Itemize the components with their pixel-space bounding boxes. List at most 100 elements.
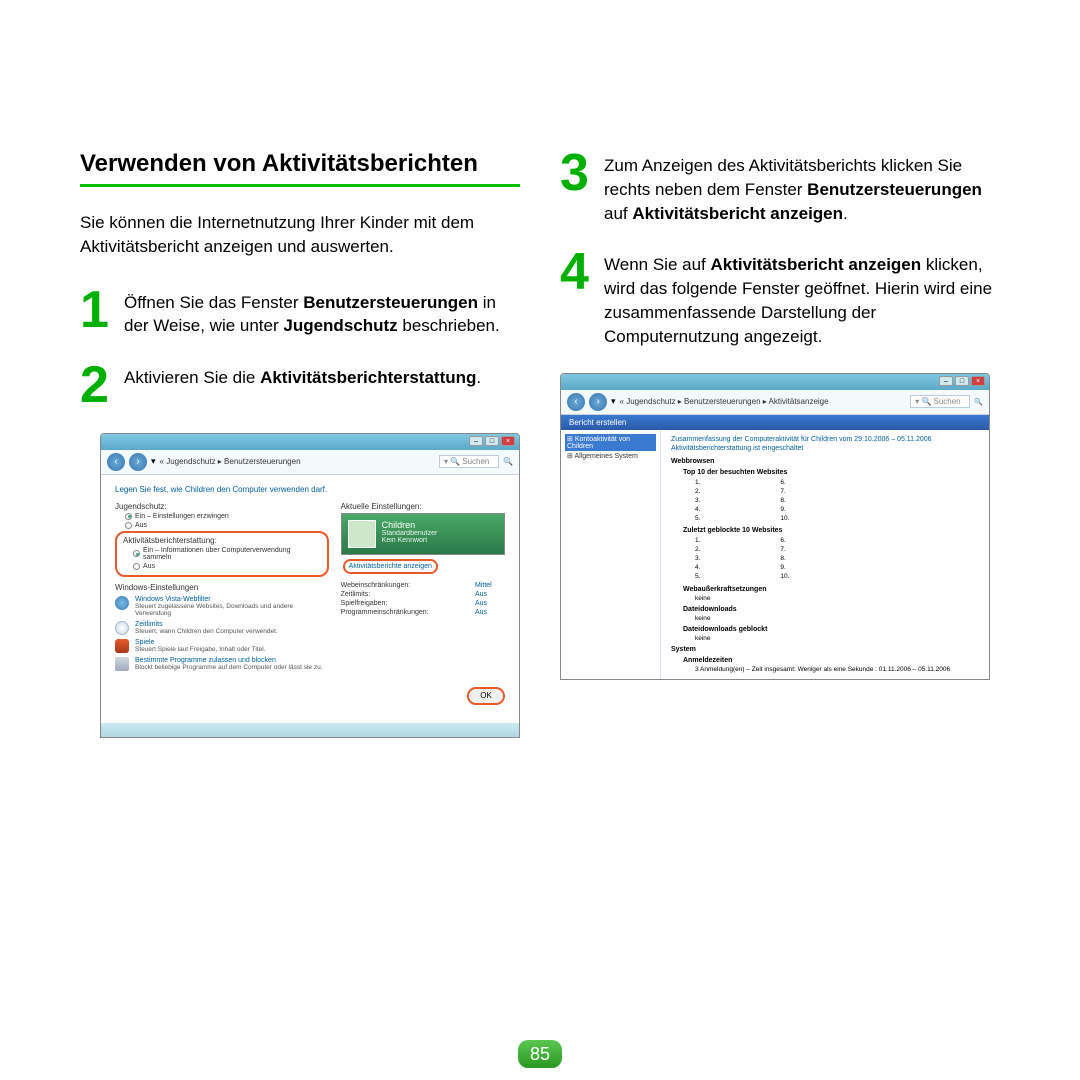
t: Aus — [135, 522, 147, 529]
screenshot-user-controls: – □ × ‹ › ▾ « Jugendschutz ▸ Benutzerste… — [100, 433, 520, 738]
t: Aktivitätsbericht anzeigen — [710, 255, 921, 274]
minimize-button[interactable]: – — [939, 376, 953, 386]
search-input[interactable]: ▾ 🔍 Suchen — [439, 455, 499, 468]
breadcrumb[interactable]: « Jugendschutz ▸ Benutzersteuerungen — [160, 457, 301, 466]
value-none: keine — [695, 615, 979, 622]
t: beschrieben. — [398, 316, 500, 335]
search-input[interactable]: ▾ 🔍 Suchen — [910, 395, 970, 408]
t: Programmeinschränkungen: — [341, 609, 475, 616]
close-button[interactable]: × — [501, 436, 515, 446]
close-button[interactable]: × — [971, 376, 985, 386]
clock-icon — [115, 621, 129, 635]
screenshot-activity-report: – □ × ‹ › ▾ « Jugendschutz ▸ Benutzerste… — [560, 373, 990, 680]
user-box: Children Standardbenutzer Kein Kennwort — [341, 513, 505, 555]
tree-item[interactable]: ⊞ Allgemeines System — [565, 451, 656, 461]
t: Aus — [143, 563, 155, 570]
radio-jugendschutz-on[interactable]: Ein – Einstellungen erzwingen — [125, 513, 329, 520]
t: Ein – Einstellungen erzwingen — [135, 513, 229, 520]
n: 2. — [695, 545, 700, 554]
address-bar: ‹ › ▾ « Jugendschutz ▸ Benutzersteuerung… — [561, 390, 989, 415]
radio-jugendschutz-off[interactable]: Aus — [125, 522, 329, 529]
maximize-button[interactable]: □ — [955, 376, 969, 386]
t: . — [843, 204, 848, 223]
step-text: Zum Anzeigen des Aktivitätsberichts klic… — [604, 150, 1000, 225]
n: 3. — [695, 496, 700, 505]
radio-activity-on[interactable]: Ein – Informationen über Computerverwend… — [133, 547, 321, 561]
back-button[interactable]: ‹ — [107, 453, 125, 471]
link-activity-reports[interactable]: Aktivitätsberichte anzeigen — [343, 559, 438, 574]
programs-icon — [115, 657, 129, 671]
t: Zeitlimits: — [341, 591, 475, 598]
forward-button[interactable]: › — [589, 393, 607, 411]
t: Aktivitätsbericht anzeigen — [632, 204, 843, 223]
t: Aus — [475, 591, 505, 598]
t: . — [476, 368, 481, 387]
n: 4. — [695, 505, 700, 514]
instruction-text: Legen Sie fest, wie Children den Compute… — [115, 485, 505, 494]
section-downloads: Dateidownloads — [683, 606, 979, 613]
option-label: Windows-Einstellungen — [115, 583, 329, 592]
numbered-list: 1.2.3.4.5. 6.7.8.9.10. — [695, 536, 979, 581]
section-system: System — [671, 646, 979, 653]
t: Spielfreigaben: — [341, 600, 475, 607]
t: Aus — [475, 600, 505, 607]
t: auf — [604, 204, 632, 223]
minimize-button[interactable]: – — [469, 436, 483, 446]
timelimits-item[interactable]: ZeitlimitsSteuert, wann Children den Com… — [115, 621, 329, 635]
value-none: keine — [695, 635, 979, 642]
n: 7. — [780, 545, 789, 554]
user-role: Standardbenutzer — [382, 530, 438, 537]
n: 4. — [695, 563, 700, 572]
n: 8. — [780, 554, 789, 563]
t: Blockt beliebige Programme auf dem Compu… — [135, 664, 323, 671]
t: Aktivieren Sie die — [124, 368, 260, 387]
option-label: Jugendschutz: — [115, 502, 329, 511]
back-button[interactable]: ‹ — [567, 393, 585, 411]
t: Allgemeines System — [574, 453, 637, 460]
n: 1. — [695, 478, 700, 487]
t: Windows Vista-Webfilter — [135, 596, 329, 603]
webfilter-item[interactable]: Windows Vista-WebfilterSteuert zugelasse… — [115, 596, 329, 617]
user-password: Kein Kennwort — [382, 537, 438, 544]
section-overrides: Webaußerkraftsetzungen — [683, 586, 979, 593]
games-icon — [115, 639, 129, 653]
t: Aus — [475, 609, 505, 616]
radio-activity-off[interactable]: Aus — [133, 563, 321, 570]
n: 3. — [695, 554, 700, 563]
step-text: Wenn Sie auf Aktivitätsbericht anzeigen … — [604, 249, 1000, 348]
forward-button[interactable]: › — [129, 453, 147, 471]
n: 7. — [780, 487, 789, 496]
report-panel: Zusammenfassung der Computeraktivität fü… — [661, 430, 989, 679]
ok-button[interactable]: OK — [467, 687, 505, 705]
t: Suchen — [462, 457, 489, 466]
tree-panel: ⊞ Kontoaktivität von Children ⊞ Allgemei… — [561, 430, 661, 679]
n: 1. — [695, 536, 700, 545]
cfg-row: Webeinschränkungen:Mittel — [341, 582, 505, 589]
tree-item-selected[interactable]: ⊞ Kontoaktivität von Children — [565, 434, 656, 451]
breadcrumb[interactable]: « Jugendschutz ▸ Benutzersteuerungen ▸ A… — [620, 397, 829, 406]
left-column: Verwenden von Aktivitätsberichten Sie kö… — [80, 150, 520, 738]
option-label: Aktivitätsberichterstattung: — [123, 536, 321, 545]
t: Steuert zugelassene Websites, Downloads … — [135, 603, 329, 617]
user-name: Children — [382, 520, 438, 530]
n: 5. — [695, 514, 700, 523]
section-downloads-blocked: Dateidownloads geblockt — [683, 626, 979, 633]
report-title: Zusammenfassung der Computeraktivität fü… — [671, 436, 979, 443]
section-logintimes: Anmeldezeiten — [683, 657, 979, 664]
menu-bar[interactable]: Bericht erstellen — [561, 415, 989, 430]
n: 2. — [695, 487, 700, 496]
step-number: 3 — [560, 150, 594, 197]
t: Mittel — [475, 582, 505, 589]
games-item[interactable]: SpieleSteuert Spiele laut Freigabe, Inha… — [115, 639, 329, 653]
window-titlebar: – □ × — [101, 434, 519, 450]
cfg-row: Zeitlimits:Aus — [341, 591, 505, 598]
n: 10. — [780, 572, 789, 581]
address-bar: ‹ › ▾ « Jugendschutz ▸ Benutzersteuerung… — [101, 450, 519, 475]
window-titlebar: – □ × — [561, 374, 989, 390]
cfg-row: Spielfreigaben:Aus — [341, 600, 505, 607]
maximize-button[interactable]: □ — [485, 436, 499, 446]
t: Ein – Informationen über Computerverwend… — [143, 547, 321, 561]
programs-item[interactable]: Bestimmte Programme zulassen und blocken… — [115, 657, 329, 671]
login-note: 3 Anmeldung(en) – Zeit insgesamt: Wenige… — [695, 666, 979, 673]
numbered-list: 1.2.3.4.5. 6.7.8.9.10. — [695, 478, 979, 523]
